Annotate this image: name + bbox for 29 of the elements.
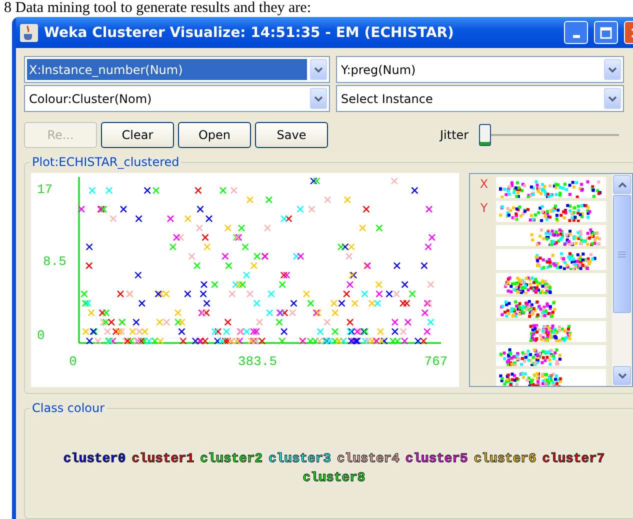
class-label: cluster2 <box>200 451 263 466</box>
plot-title: Plot:ECHISTAR_clustered <box>30 155 182 169</box>
jitter-label: Jitter <box>440 128 469 142</box>
class-label: cluster1 <box>132 451 194 466</box>
y-tick-label: 8.5 <box>43 254 66 269</box>
x-tick-label: 0 <box>69 354 77 369</box>
class-label: cluster4 <box>337 451 400 466</box>
toolbar-button[interactable]: Clear <box>101 122 174 148</box>
panel-title: Class colour <box>30 401 107 415</box>
class-label: cluster8 <box>302 470 366 485</box>
y-tick-label: 0 <box>37 328 45 343</box>
axis-marker: Y <box>479 201 489 215</box>
dropdown[interactable]: Y:preg(Num) <box>336 56 624 83</box>
x-tick-label: 383.5 <box>238 354 277 369</box>
toolbar-button[interactable]: Open <box>178 122 251 148</box>
window-title: Weka Clusterer Visualize: 14:51:35 - EM (ECHISTAR) <box>44 24 455 40</box>
dropdown[interactable]: Colour:Cluster(Nom) <box>24 85 330 112</box>
x-tick-label: 767 <box>424 354 448 369</box>
class-label: cluster6 <box>474 451 536 466</box>
class-label: cluster7 <box>542 451 605 466</box>
class-label: cluster3 <box>268 451 331 466</box>
y-tick-label: 17 <box>37 182 53 197</box>
dropdown[interactable]: Select Instance <box>336 85 624 112</box>
class-label: cluster0 <box>63 451 126 466</box>
toolbar-button[interactable]: Save <box>255 122 328 148</box>
document-text: 8 Data mining tool to generate results and they are: <box>4 0 311 17</box>
axis-marker: X <box>478 177 490 191</box>
class-label: cluster5 <box>405 451 468 466</box>
dropdown[interactable]: X:Instance_number(Num) <box>24 56 330 83</box>
